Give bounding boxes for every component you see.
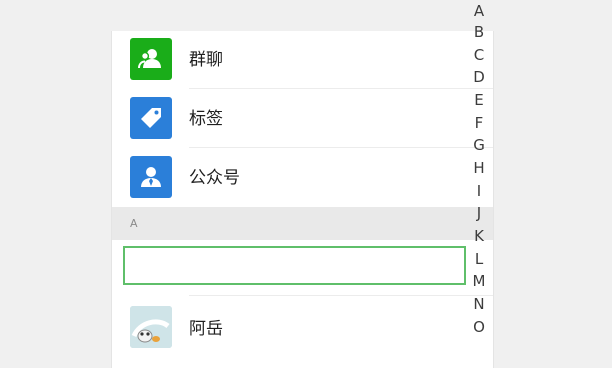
cartoon-avatar-icon[interactable]	[130, 306, 172, 348]
official-account-icon	[130, 156, 172, 198]
index-letter-m[interactable]: M	[467, 272, 491, 290]
divider	[189, 295, 493, 296]
index-letter-d[interactable]: D	[467, 68, 491, 86]
tags-entry[interactable]: 标签	[112, 90, 493, 149]
index-letter-c[interactable]: C	[467, 46, 491, 64]
index-letter-f[interactable]: F	[467, 114, 491, 132]
index-letter-g[interactable]: G	[467, 136, 491, 154]
tag-icon	[130, 97, 172, 139]
official-accounts-label: 公众号	[189, 168, 240, 188]
contact-name: 阿岳	[189, 319, 223, 339]
index-letter-b[interactable]: B	[467, 23, 491, 41]
group-chat-icon	[130, 38, 172, 80]
divider	[189, 88, 493, 89]
index-letter-k[interactable]: K	[467, 227, 491, 245]
group-chat-entry[interactable]: 群聊	[112, 31, 493, 90]
section-header-a: A	[112, 207, 493, 240]
index-letter-h[interactable]: H	[467, 159, 491, 177]
index-letter-a[interactable]: A	[467, 2, 491, 20]
section-header-letter: A	[130, 217, 138, 230]
highlighted-contact-row[interactable]	[123, 246, 466, 285]
index-letter-l[interactable]: L	[467, 250, 491, 268]
contacts-screen: 群聊 标签 公众号 A 阿岳	[111, 31, 494, 368]
index-letter-i[interactable]: I	[467, 182, 491, 200]
divider	[189, 147, 493, 148]
index-letter-o[interactable]: O	[467, 318, 491, 336]
alphabet-index-bar[interactable]: A B C D E F G H I J K L M N O	[467, 2, 491, 358]
index-letter-e[interactable]: E	[467, 91, 491, 109]
index-letter-n[interactable]: N	[467, 295, 491, 313]
group-chat-label: 群聊	[189, 50, 223, 70]
official-accounts-entry[interactable]: 公众号	[112, 149, 493, 208]
tags-label: 标签	[189, 109, 223, 129]
index-letter-j[interactable]: J	[467, 204, 491, 222]
